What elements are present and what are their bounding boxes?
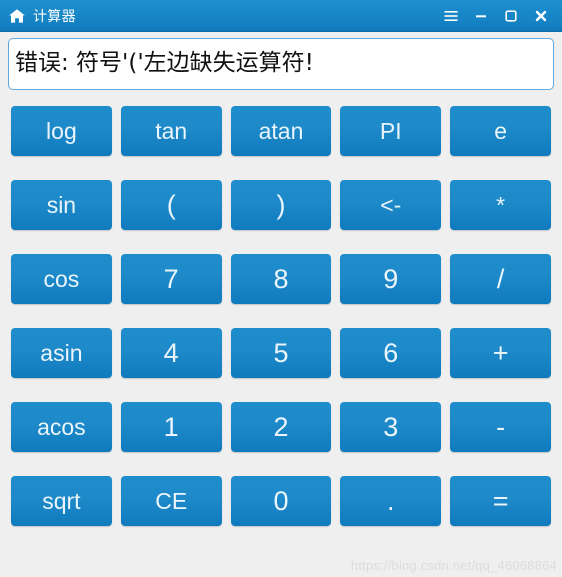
key-cos[interactable]: cos [11, 254, 112, 304]
key-sin[interactable]: sin [11, 180, 112, 230]
display-field[interactable]: 错误: 符号'('左边缺失运算符! [8, 38, 554, 90]
key-equals[interactable]: = [450, 476, 551, 526]
key-decimal[interactable]: . [340, 476, 442, 526]
key-8[interactable]: 8 [230, 254, 332, 304]
display-area: 错误: 符号'('左边缺失运算符! [0, 32, 562, 90]
key-1[interactable]: 1 [120, 402, 222, 452]
key-e[interactable]: e [450, 106, 551, 156]
key-divide[interactable]: / [450, 254, 551, 304]
key-0[interactable]: 0 [230, 476, 332, 526]
key-clear[interactable]: CE [120, 476, 222, 526]
minimize-icon [473, 8, 489, 24]
key-5[interactable]: 5 [230, 328, 332, 378]
key-minus[interactable]: - [450, 402, 551, 452]
key-2[interactable]: 2 [230, 402, 332, 452]
close-button[interactable] [526, 3, 556, 29]
minimize-button[interactable] [466, 3, 496, 29]
key-left-paren[interactable]: ( [120, 180, 222, 230]
key-right-paren[interactable]: ) [230, 180, 332, 230]
key-pi[interactable]: PI [340, 106, 442, 156]
key-6[interactable]: 6 [340, 328, 442, 378]
maximize-button[interactable] [496, 3, 526, 29]
key-asin[interactable]: asin [11, 328, 112, 378]
home-icon [8, 7, 26, 25]
key-acos[interactable]: acos [11, 402, 112, 452]
key-backspace[interactable]: <- [340, 180, 442, 230]
calculator-window: 计算器 错误: 符号'('左边缺失运算符! log tan atan PI e … [0, 0, 562, 577]
hamburger-menu-icon [443, 8, 459, 24]
key-log[interactable]: log [11, 106, 112, 156]
menu-button[interactable] [436, 3, 466, 29]
key-tan[interactable]: tan [120, 106, 222, 156]
titlebar-controls [436, 3, 556, 29]
titlebar: 计算器 [0, 0, 562, 32]
key-sqrt[interactable]: sqrt [11, 476, 112, 526]
window-title: 计算器 [33, 7, 76, 24]
key-9[interactable]: 9 [340, 254, 442, 304]
key-4[interactable]: 4 [120, 328, 222, 378]
keypad: log tan atan PI e sin() <- * cos 7 8 9/ asin 4 5 6 + acos… [0, 90, 562, 577]
close-icon [533, 8, 549, 24]
key-multiply[interactable]: * [450, 180, 551, 230]
key-7[interactable]: 7 [120, 254, 222, 304]
titlebar-left: 计算器 [8, 7, 436, 25]
key-3[interactable]: 3 [340, 402, 442, 452]
maximize-icon [503, 8, 519, 24]
key-plus[interactable]: + [450, 328, 551, 378]
key-atan[interactable]: atan [230, 106, 332, 156]
display-value: 错误: 符号'('左边缺失运算符! [15, 50, 314, 77]
